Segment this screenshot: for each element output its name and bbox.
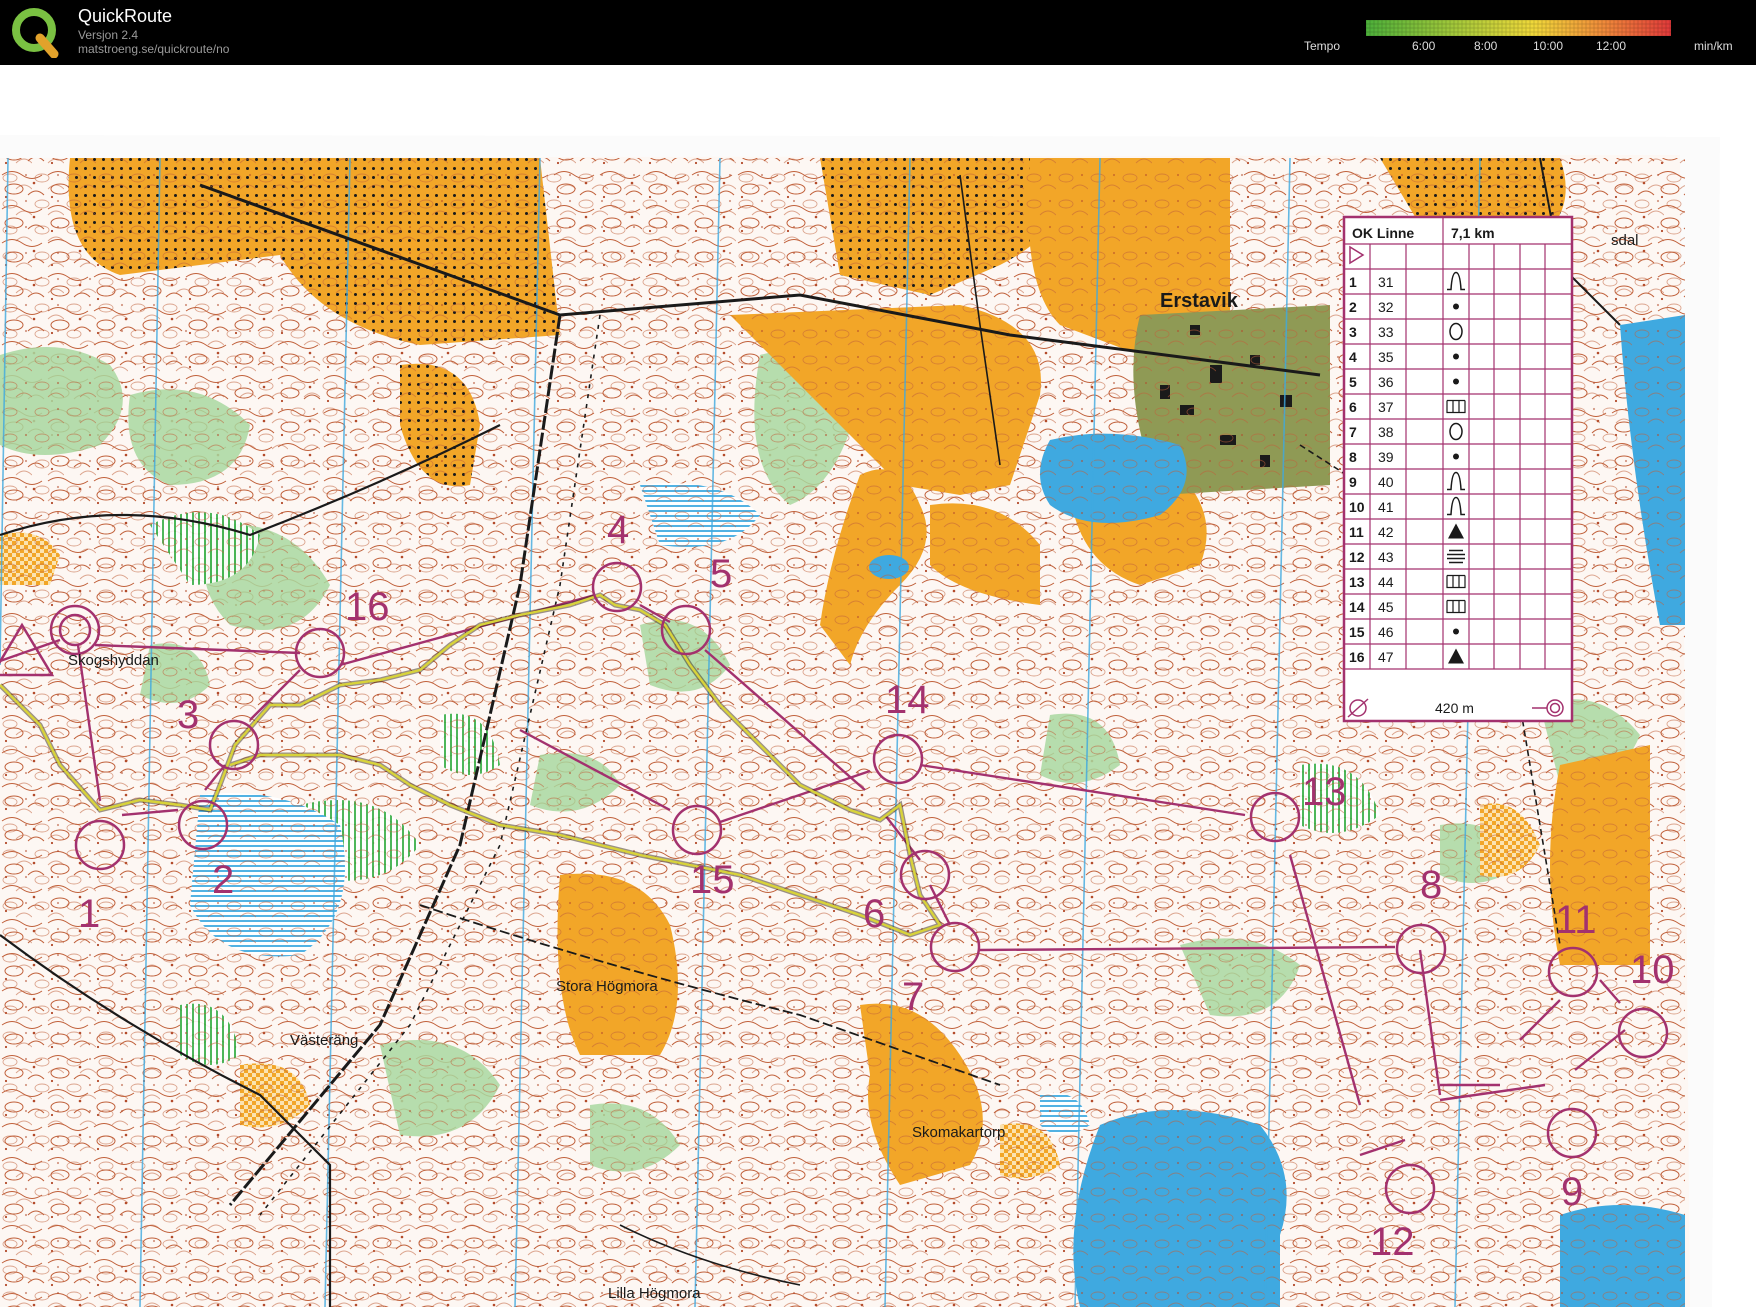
desc-row-number: 7 [1349,424,1357,440]
control-number: 4 [607,508,629,552]
control-number: 12 [1370,1220,1415,1264]
place-skomakartorp: Skomakartorp [912,1124,1005,1141]
control-description-sheet: OK Linne 7,1 km 1 312 323 334 355 366 377 388 39… [1342,215,1574,723]
tempo-tick: 12:00 [1596,39,1627,53]
desc-row-number: 4 [1349,349,1357,365]
control-number: 14 [885,678,930,722]
control-number: 1 [78,892,100,936]
app-title: QuickRoute [78,6,173,26]
app-header: QuickRoute Versjon 2.4 matstroeng.se/qui… [0,0,1756,65]
desc-row-number: 8 [1349,449,1357,465]
control-number: 13 [1302,770,1347,814]
desc-row-code: 47 [1378,649,1394,665]
place-erstavik: Erstavik [1160,290,1239,312]
desc-row-code: 32 [1378,299,1394,315]
desc-symbol-dot-icon [1453,353,1459,360]
control-number: 15 [690,858,735,902]
place-skogshyddan: Skogshyddan [68,652,159,669]
desc-row-number: 12 [1349,549,1365,565]
desc-row-number: 11 [1349,524,1364,540]
desc-row-number: 9 [1349,474,1357,490]
tempo-tick: 8:00 [1474,39,1498,53]
desc-row-code: 36 [1378,374,1394,390]
control-number: 5 [710,552,732,596]
desc-row-number: 15 [1349,624,1365,640]
control-number: 9 [1561,1170,1583,1214]
place-sdal: sdal [1611,232,1639,249]
tempo-unit: min/km [1694,39,1733,53]
desc-length: 7,1 km [1451,225,1495,241]
app-url[interactable]: matstroeng.se/quickroute/no [78,42,229,56]
desc-row-number: 10 [1349,499,1365,515]
desc-symbol-dot-icon [1453,628,1459,635]
control-number: 7 [902,975,924,1019]
tempo-label: Tempo [1304,39,1341,53]
desc-club: OK Linne [1352,225,1414,241]
desc-row-number: 14 [1349,599,1365,615]
desc-row-code: 45 [1378,599,1394,615]
place-vasterang: Västeräng [290,1032,358,1049]
desc-finish-length: 420 m [1435,700,1474,716]
control-number: 3 [177,693,199,737]
control-number: 8 [1420,863,1442,907]
tempo-color-scale [1366,20,1671,36]
desc-row-code: 42 [1378,524,1394,540]
desc-row-code: 41 [1378,499,1394,515]
desc-row-number: 13 [1349,574,1365,590]
control-number: 2 [212,858,234,902]
desc-row-code: 37 [1378,399,1394,415]
desc-symbol-dot-icon [1453,453,1459,460]
place-stora-hogmora: Stora Högmora [556,978,658,995]
desc-row-code: 44 [1378,574,1394,590]
desc-row-number: 2 [1349,299,1357,315]
control-number: 10 [1630,948,1675,992]
tempo-tick: 10:00 [1533,39,1564,53]
desc-row-code: 46 [1378,624,1394,640]
desc-row-code: 38 [1378,424,1394,440]
control-number: 16 [345,585,390,629]
desc-row-code: 35 [1378,349,1394,365]
control-number: 6 [863,892,885,936]
desc-row-number: 6 [1349,399,1357,415]
desc-symbol-dot-icon [1453,378,1459,385]
desc-row-code: 39 [1378,449,1394,465]
quickroute-logo-icon [12,8,59,58]
orienteering-map[interactable]: 1 2 3 4 5 6 7 8 9 10 11 12 13 14 15 16 S… [0,65,1756,1307]
desc-row-code: 33 [1378,324,1394,340]
place-lilla-hogmora: Lilla Högmora [608,1285,701,1302]
desc-row-code: 40 [1378,474,1394,490]
desc-row-code: 31 [1378,274,1394,290]
tempo-tick: 6:00 [1412,39,1436,53]
desc-row-number: 5 [1349,374,1357,390]
control-number: 11 [1555,898,1597,942]
desc-row-number: 16 [1349,649,1365,665]
app-version: Versjon 2.4 [78,28,139,42]
desc-row-number: 3 [1349,324,1357,340]
desc-row-code: 43 [1378,549,1394,565]
desc-row-number: 1 [1349,274,1357,290]
desc-symbol-dot-icon [1453,303,1459,310]
